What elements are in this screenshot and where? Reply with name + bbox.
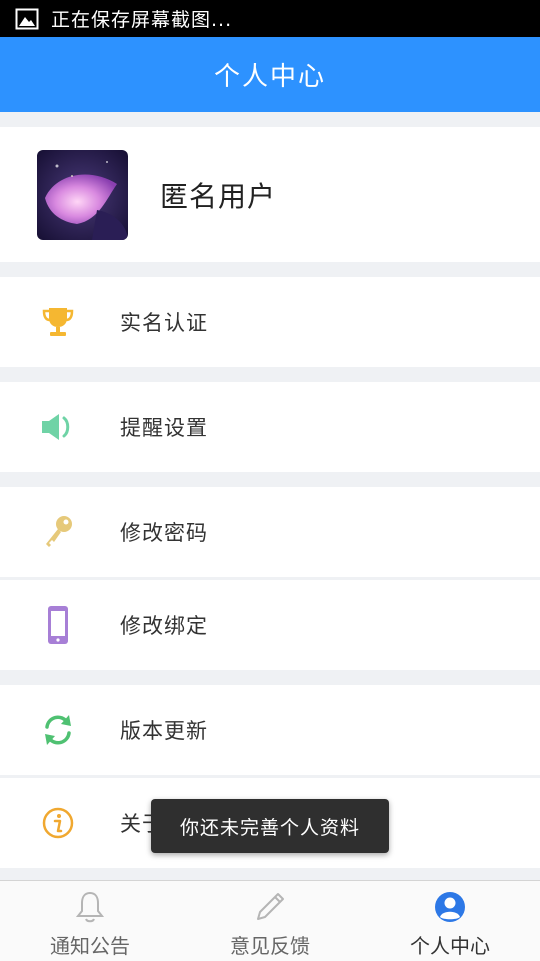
image-icon (15, 8, 39, 29)
refresh-icon (38, 710, 78, 750)
divider (0, 775, 540, 777)
menu-item-reminder-settings[interactable]: 提醒设置 (0, 382, 540, 472)
menu-item-label: 提醒设置 (120, 416, 208, 440)
trophy-icon (38, 302, 78, 342)
menu-item-label: 修改密码 (120, 521, 208, 545)
status-bar: 正在保存屏幕截图... (0, 0, 540, 37)
tab-label: 个人中心 (410, 934, 490, 958)
page-title: 个人中心 (213, 62, 326, 92)
tab-personal-center[interactable]: 个人中心 (360, 881, 540, 961)
menu-item-version-update[interactable]: 版本更新 (0, 685, 540, 775)
user-icon (432, 889, 468, 925)
username: 匿名用户 (160, 180, 277, 213)
bell-icon (72, 889, 108, 925)
key-icon (38, 512, 78, 552)
profile-card[interactable]: 匿名用户 (0, 127, 540, 262)
menu-item-real-name-auth[interactable]: 实名认证 (0, 277, 540, 367)
tab-label: 通知公告 (50, 934, 130, 958)
menu-item-label: 修改绑定 (120, 614, 208, 638)
status-text: 正在保存屏幕截图... (51, 9, 233, 31)
divider (0, 577, 540, 579)
info-icon (38, 803, 78, 843)
speaker-icon (38, 407, 78, 447)
tab-notices[interactable]: 通知公告 (0, 881, 180, 961)
tab-label: 意见反馈 (230, 934, 310, 958)
bottom-tab-bar: 通知公告 意见反馈 个人中心 (0, 880, 540, 961)
toast-message: 你还未完善个人资料 (151, 799, 389, 853)
phone-icon (38, 605, 78, 645)
menu-item-change-binding[interactable]: 修改绑定 (0, 580, 540, 670)
tab-feedback[interactable]: 意见反馈 (180, 881, 360, 961)
avatar[interactable] (37, 150, 128, 240)
menu-item-change-password[interactable]: 修改密码 (0, 487, 540, 577)
menu-item-label: 实名认证 (120, 311, 208, 335)
title-bar: 个人中心 (0, 37, 540, 112)
menu-item-label: 版本更新 (120, 719, 208, 743)
pencil-icon (252, 889, 288, 925)
